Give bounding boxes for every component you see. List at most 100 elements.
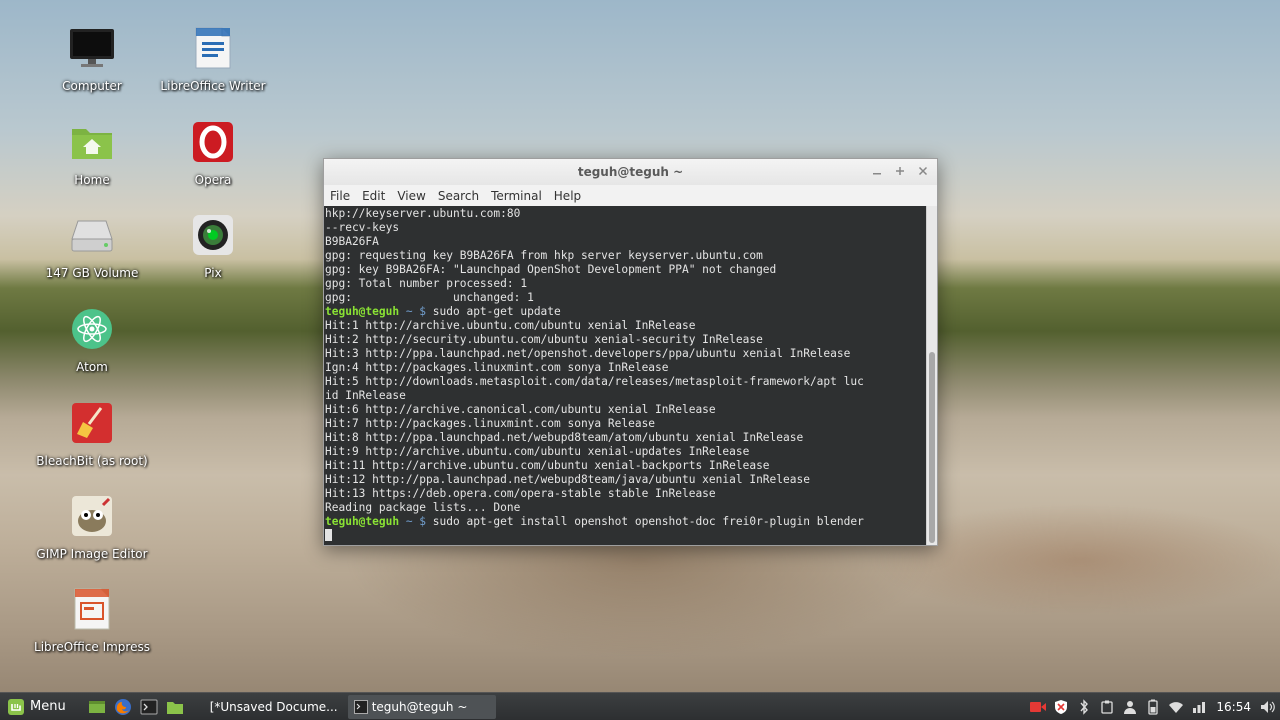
folder-icon (166, 701, 183, 714)
terminal-line: Hit:13 https://deb.opera.com/opera-stabl… (325, 487, 716, 500)
terminal-line: Hit:7 http://packages.linuxmint.com sony… (325, 417, 656, 430)
menu-search[interactable]: Search (438, 189, 479, 203)
terminal-line: Hit:1 http://archive.ubuntu.com/ubuntu x… (325, 319, 696, 332)
desktop-icon-home[interactable]: Home (27, 119, 157, 203)
terminal-line: id InRelease (325, 389, 406, 402)
scrollbar-thumb[interactable] (929, 352, 935, 543)
writer-icon (190, 25, 236, 71)
command-text: sudo apt-get install openshot openshot-d… (432, 515, 864, 528)
clock[interactable]: 16:54 (1216, 700, 1251, 714)
desktop-icon-label: BleachBit (as root) (36, 454, 148, 468)
desktop-icon-pix[interactable]: Pix (148, 212, 278, 296)
terminal-line: hkp://keyserver.ubuntu.com:80 (325, 207, 521, 220)
desktop-icon-label: Pix (204, 266, 222, 280)
broom-icon (69, 400, 115, 446)
terminal-line: B9BA26FA (325, 235, 379, 248)
input-line[interactable] (325, 529, 925, 543)
prompt-symbol: ~ $ (399, 305, 433, 318)
desktop-icon-label: GIMP Image Editor (36, 547, 148, 561)
firefox-icon (114, 698, 131, 715)
desktop-icon-bleachbit[interactable]: BleachBit (as root) (27, 400, 157, 484)
text-cursor (325, 529, 332, 541)
window-titlebar[interactable]: teguh@teguh ~ (324, 159, 937, 185)
desktop-icon-label: 147 GB Volume (45, 266, 139, 280)
window-controls (870, 164, 929, 178)
opera-icon (190, 119, 236, 165)
terminal-line: Reading package lists... Done (325, 501, 521, 514)
desktop-icon (88, 700, 105, 713)
desktop-icon-label: Atom (76, 360, 108, 374)
launcher-firefox[interactable] (112, 696, 134, 718)
task-label: teguh@teguh ~ (371, 699, 468, 714)
terminal-line: Hit:9 http://archive.ubuntu.com/ubuntu x… (325, 445, 750, 458)
desktop-icon-atom[interactable]: Atom (27, 306, 157, 390)
desktop-icon-gimp[interactable]: GIMP Image Editor (27, 493, 157, 577)
home-folder-icon (69, 119, 115, 165)
atom-icon (69, 306, 115, 352)
menu-edit[interactable]: Edit (362, 189, 385, 203)
volume-icon[interactable] (1260, 699, 1276, 715)
menu-view[interactable]: View (397, 189, 425, 203)
minimize-button[interactable] (870, 164, 883, 178)
task-terminal[interactable]: teguh@teguh ~ (347, 694, 496, 719)
desktop-icon-label: Home (74, 173, 110, 187)
desktop-icon-label: LibreOffice Impress (34, 640, 150, 654)
system-tray: 16:54 (1030, 693, 1276, 720)
terminal-line: Ign:4 http://packages.linuxmint.com sony… (325, 361, 669, 374)
menu-terminal[interactable]: Terminal (491, 189, 542, 203)
desktop-icon-libreoffice-writer[interactable]: LibreOffice Writer (148, 25, 278, 109)
taskbar: Menu [*Unsaved Docume... teguh@teguh ~ 1… (0, 692, 1280, 720)
terminal-line: Hit:6 http://archive.canonical.com/ubunt… (325, 403, 716, 416)
close-button[interactable] (916, 164, 929, 178)
terminal-window[interactable]: teguh@teguh ~ File Edit View Search Term… (323, 158, 938, 546)
command-text: sudo apt-get update (432, 305, 561, 318)
mint-logo-icon (8, 698, 24, 715)
desktop-icon-libreoffice-impress[interactable]: LibreOffice Impress (27, 586, 157, 670)
desktop-icon-opera[interactable]: Opera (148, 119, 278, 203)
battery-icon[interactable] (1145, 699, 1161, 715)
desktop-icon-label: LibreOffice Writer (160, 79, 266, 93)
desktop-icon-label: Opera (194, 173, 232, 187)
desktop-icon-label: Computer (62, 79, 122, 93)
terminal-line: gpg: unchanged: 1 (325, 291, 534, 304)
terminal-line: Hit:5 http://downloads.metasploit.com/da… (325, 375, 864, 388)
menu-button[interactable]: Menu (0, 693, 72, 720)
prompt-symbol: ~ $ (399, 515, 433, 528)
minimize-icon (872, 173, 881, 175)
shield-icon[interactable] (1053, 699, 1069, 715)
bluetooth-icon[interactable] (1076, 699, 1092, 715)
terminal-output[interactable]: hkp://keyserver.ubuntu.com:80 --recv-key… (324, 206, 926, 545)
terminal-scrollbar[interactable] (926, 206, 937, 545)
clipboard-icon[interactable] (1099, 699, 1115, 715)
impress-icon (69, 586, 115, 632)
maximize-button[interactable] (893, 164, 906, 178)
network-icon[interactable] (1191, 699, 1207, 715)
task-unsaved-document[interactable]: [*Unsaved Docume... (200, 695, 342, 719)
menu-help[interactable]: Help (554, 189, 581, 203)
terminal-line: Hit:12 http://ppa.launchpad.net/webupd8t… (325, 473, 810, 486)
drive-icon (69, 212, 115, 258)
task-label: [*Unsaved Docume... (209, 699, 338, 714)
plus-icon (895, 167, 904, 175)
terminal-menubar: File Edit View Search Terminal Help (324, 185, 937, 206)
menu-file[interactable]: File (330, 189, 350, 203)
prompt-user: teguh@teguh (325, 305, 400, 318)
terminal-line: Hit:11 http://archive.ubuntu.com/ubuntu … (325, 459, 770, 472)
menu-label: Menu (30, 699, 66, 714)
terminal-line: Hit:8 http://ppa.launchpad.net/webupd8te… (325, 431, 804, 444)
prompt-line: teguh@teguh ~ $ sudo apt-get install ope… (325, 515, 925, 529)
record-icon[interactable] (1030, 699, 1047, 715)
launcher-files[interactable] (164, 696, 186, 718)
terminal-line: gpg: key B9BA26FA: "Launchpad OpenShot D… (325, 263, 777, 276)
launcher-show-desktop[interactable] (86, 696, 108, 718)
desktop-icon-computer[interactable]: Computer (27, 25, 157, 109)
terminal-line: --recv-keys (325, 221, 400, 234)
launcher-terminal[interactable] (138, 696, 160, 718)
wifi-icon[interactable] (1168, 699, 1184, 715)
camera-icon (190, 212, 236, 258)
terminal-line: gpg: Total number processed: 1 (325, 277, 528, 290)
terminal-line: Hit:3 http://ppa.launchpad.net/openshot.… (325, 347, 851, 360)
desktop-icon-volume[interactable]: 147 GB Volume (27, 212, 157, 296)
terminal-icon (353, 699, 368, 714)
user-icon[interactable] (1122, 699, 1138, 715)
